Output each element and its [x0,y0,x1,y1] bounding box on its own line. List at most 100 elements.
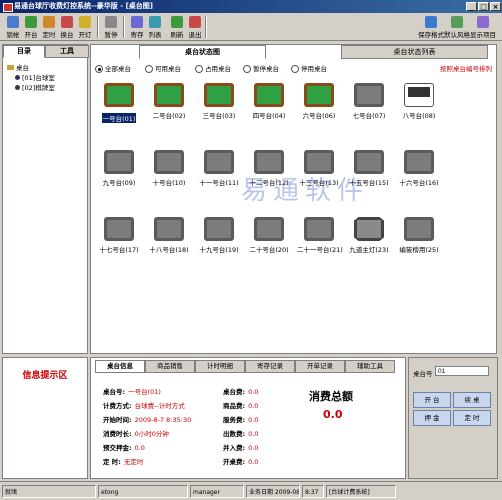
tree-root[interactable]: 桌台 [7,62,29,72]
filter-radio[interactable]: 全部桌台 [95,63,131,73]
main-frame: 桌台状态图 桌台状态列表 全部桌台 可用桌台 占用桌台 暂停桌台 停用桌台 按照桌台编号… [90,44,497,354]
status-cell: 就绪 [2,485,96,498]
toolbar-display-button[interactable]: 显示项目 [470,15,496,39]
billiard-table[interactable]: 二号台(02) [147,83,191,133]
billiard-table[interactable]: 二十号台(20) [247,217,291,267]
field-value: 0.0 [248,402,259,410]
table-no-input[interactable] [435,366,489,376]
status-bar: 就绪etongmanager业务日期 2009-08-078:37[台球计费系统… [0,481,502,500]
toolbar-store-button[interactable]: 寄存 [128,15,146,39]
field-value: 0.0 [248,458,259,466]
info-title: 信息提示区 [22,371,68,381]
title-bar: 易通台球厅收费灯控系统--豪华版 - [桌台图] _ □ × [0,0,502,13]
radio-circle [195,65,203,73]
fee-field: 并入费: 0.0 [223,442,258,452]
detail-field: 计费方式: 台球费--计时方式 [103,400,185,410]
billiard-table[interactable]: 十八号台(18) [147,217,191,267]
billiard-table[interactable]: 一号台(01) [97,83,141,133]
toolbar-open-button[interactable]: 开台 [22,15,40,39]
toolbar-clock-button[interactable]: 定时 [40,15,58,39]
display-icon [477,16,489,28]
status-cell: [台球计费系统] [326,485,396,498]
toolbar-label: 刷新 [170,31,184,39]
tab-tools[interactable]: 工具 [45,45,89,58]
tree-item-billiards[interactable]: [01]台球室 [15,72,55,82]
table-label: 十六号台(16) [399,179,439,187]
detail-field: 预交押金: 0.0 [103,442,145,452]
filter-radio[interactable]: 占用桌台 [195,63,231,73]
billiard-table[interactable]: 编筱榜用(25) [397,217,441,267]
field-label: 商品费: [223,402,246,410]
maximize-button[interactable]: □ [478,2,489,11]
toolbar-exit-button[interactable]: 退出 [186,15,204,39]
toolbar-refresh-button[interactable]: 刷新 [168,15,186,39]
billiard-table[interactable]: 九号台(09) [97,150,141,200]
toolbar-label: 定时 [42,31,56,39]
field-label: 计费方式: [103,402,132,410]
billiard-table[interactable]: 十九号台(19) [197,217,241,267]
billiard-table[interactable]: 六号台(06) [297,83,341,133]
action-button[interactable]: 开 台 [413,392,451,408]
field-value: 0.0 [248,388,259,396]
bottom-tab[interactable]: 计时明细 [195,360,245,373]
total-value: 0.0 [323,408,343,421]
billiard-table[interactable]: 八号台(08) [397,83,441,133]
tv-table-icon [404,83,434,107]
field-value: 一号台(01) [128,388,161,396]
table-label: 一号台(01) [101,113,137,123]
table-label: 编筱榜用(25) [399,246,439,254]
save-icon [425,16,437,28]
field-value: 0.0 [248,416,259,424]
bottom-tab[interactable]: 商品销售 [145,360,195,373]
filter-row: 全部桌台 可用桌台 占用桌台 暂停桌台 停用桌台 [95,63,415,73]
filter-radio[interactable]: 停用桌台 [291,63,327,73]
folder-icon [7,65,14,70]
minimize-button[interactable]: _ [466,2,477,11]
filter-radio[interactable]: 可用桌台 [145,63,181,73]
billiard-table[interactable]: 十号台(10) [147,150,191,200]
toolbar-list-button[interactable]: 列表 [146,15,164,39]
field-label: 开始时间: [103,416,132,424]
tab-table-list[interactable]: 桌台状态列表 [341,45,488,59]
tree-item-label: [01]台球室 [22,74,55,82]
toolbar-save-button[interactable]: 保存格式 [418,15,444,39]
billiard-table[interactable]: 三号台(03) [197,83,241,133]
toolbar-separator [205,16,207,38]
status-cell: 8:37 [302,485,324,498]
action-button[interactable]: 押 金 [413,410,451,426]
window-title: 易通台球厅收费灯控系统--豪华版 - [桌台图] [14,2,153,10]
bottom-tab[interactable]: 开单记录 [295,360,345,373]
toolbar-swap-button[interactable]: 换台 [58,15,76,39]
billiard-table[interactable]: 十七号台(17) [97,217,141,267]
filter-radio[interactable]: 暂停桌台 [243,63,279,73]
toolbar-lamp-button[interactable]: 开灯 [76,15,94,39]
lamp-icon [79,16,91,28]
node-icon [15,85,20,90]
action-button[interactable]: 定 时 [453,410,491,426]
idle-table-icon [104,150,134,174]
billiard-table[interactable]: 十六号台(16) [397,150,441,200]
close-button[interactable]: × [490,2,501,11]
action-button[interactable]: 续 桌 [453,392,491,408]
bottom-tab[interactable]: 辅助工具 [345,360,395,373]
table-label: 十八号台(18) [149,246,189,254]
field-value: 0.0 [248,444,259,452]
billiard-table[interactable]: 四号台(04) [247,83,291,133]
app-icon [3,3,13,12]
toolbar-default-button[interactable]: 默认风格 [444,15,470,39]
tab-table-map[interactable]: 桌台状态图 [139,45,266,59]
idle-table-icon [154,150,184,174]
toolbar-pause-button[interactable]: 暂停 [102,15,120,39]
bottom-tab[interactable]: 桌台信息 [95,360,145,373]
billiard-table[interactable]: 十一号台(11) [197,150,241,200]
field-value: 无定时 [123,458,144,466]
bottom-tab[interactable]: 寄存记录 [245,360,295,373]
tree-item-chess[interactable]: [02]棋牌室 [15,82,55,92]
tab-catalog[interactable]: 目录 [3,45,45,58]
billiard-table[interactable]: 九道主灯(23) [347,217,391,267]
billiard-table[interactable]: 七号台(07) [347,83,391,133]
status-cell: etong [98,485,188,498]
toolbar-lock-button[interactable]: 锁帐 [4,15,22,39]
billiard-table[interactable]: 二十一号台(21) [297,217,343,267]
toolbar-label: 寄存 [130,31,144,39]
